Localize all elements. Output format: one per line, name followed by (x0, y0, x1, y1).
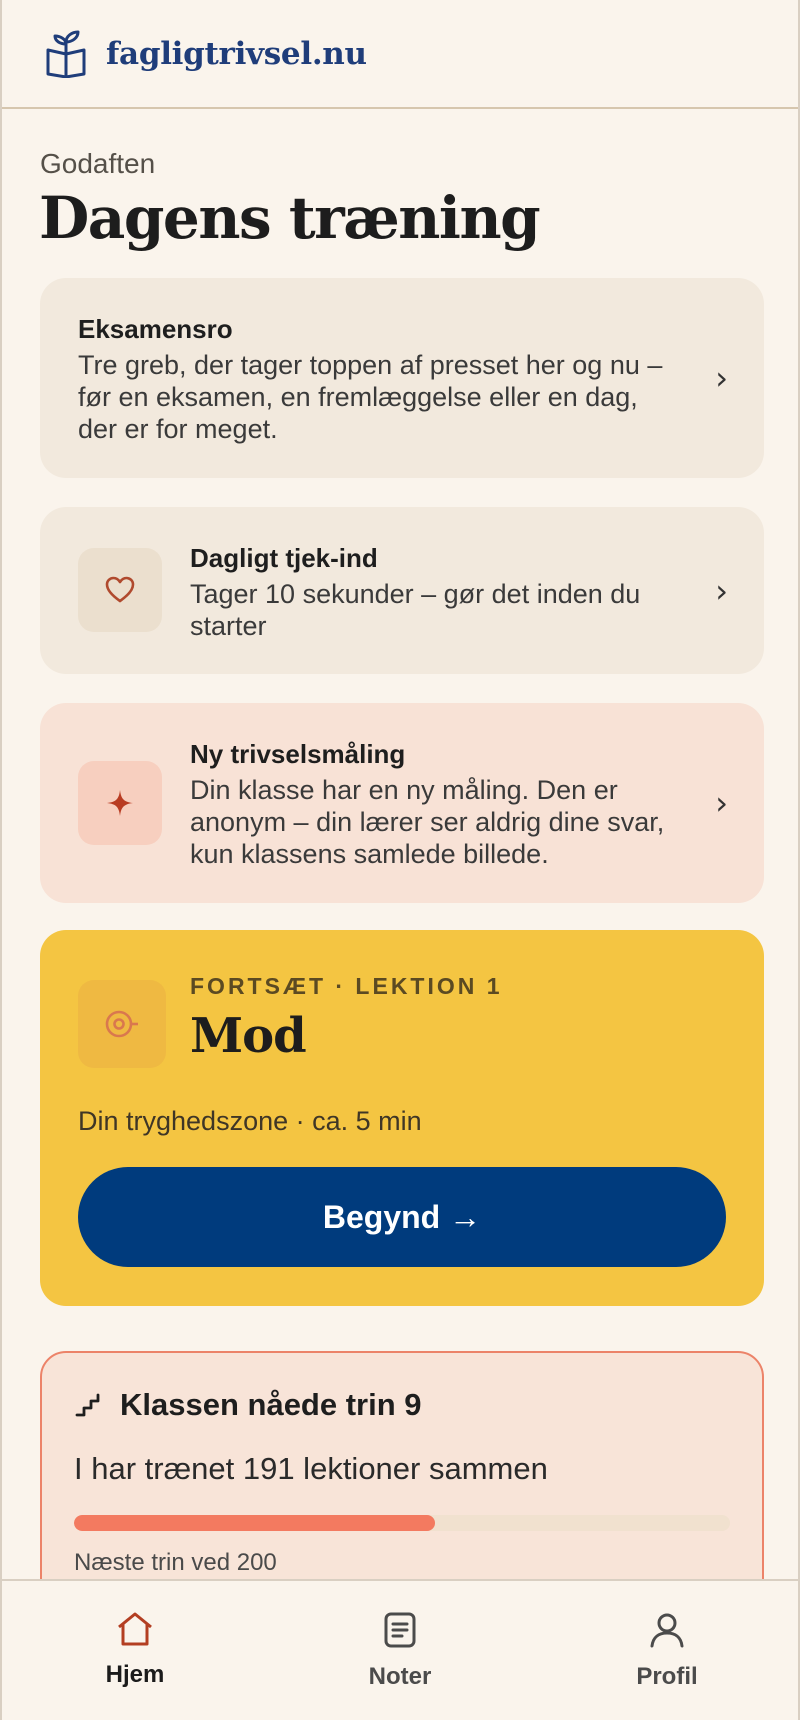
sparkle-icon (107, 790, 133, 816)
card-title: Eksamensro (78, 314, 233, 344)
lesson-meta: Din tryghedszone · ca. 5 min (78, 1106, 422, 1136)
progress-bar-fill (74, 1515, 435, 1531)
brand-name[interactable]: fagligtrivsel.nu (106, 36, 367, 72)
notes-icon (384, 1612, 416, 1648)
card-text: Tre greb, der tager toppen af presset he… (78, 350, 663, 444)
nav-label-profile: Profil (636, 1663, 698, 1690)
daily-checkin-card[interactable]: Dagligt tjek-ind Tager 10 sekunder – gør… (40, 507, 764, 674)
book-plant-icon (46, 30, 86, 78)
target-icon-box (78, 980, 166, 1068)
progress-subtitle: I har trænet 191 lektioner sammen (74, 1451, 548, 1486)
chevron-right-icon: › (715, 571, 728, 610)
home-icon (118, 1612, 152, 1646)
continue-lesson-card: FORTSÆT · LEKTION 1 Mod Din tryghedszone… (40, 930, 764, 1306)
nav-item-profile[interactable]: Profil (587, 1611, 747, 1691)
main-content: Godaften Dagens træning Eksamensro Tre g… (2, 111, 798, 1579)
card-title: Dagligt tjek-ind (190, 543, 378, 573)
profile-icon (650, 1613, 684, 1648)
progress-header: Klassen nåede trin 9 (74, 1387, 730, 1423)
nav-item-home[interactable]: Hjem (55, 1611, 215, 1689)
sparkle-icon-box (78, 761, 162, 845)
app: fagligtrivsel.nu Godaften Dagens træning… (0, 0, 800, 1720)
nav-item-notes[interactable]: Noter (320, 1611, 480, 1691)
chevron-right-icon: › (715, 784, 728, 822)
target-icon (105, 1010, 138, 1038)
card-text: Tager 10 sekunder – gør det inden du sta… (190, 579, 641, 641)
heart-icon (105, 576, 135, 603)
nav-label-notes: Noter (368, 1663, 432, 1690)
card-title: Ny trivselsmåling (190, 739, 406, 769)
lesson-title: Mod (190, 1008, 307, 1064)
heart-icon-box (78, 548, 162, 632)
progress-title: Klassen nåede trin 9 (120, 1387, 422, 1422)
wellbeing-survey-card[interactable]: Ny trivselsmåling Din klasse har en ny m… (40, 703, 764, 903)
top-bar: fagligtrivsel.nu (2, 0, 798, 109)
card-text: Din klasse har en ny måling. Den er anon… (190, 775, 665, 869)
bottom-navigation: Hjem Noter Profil (2, 1579, 798, 1720)
class-progress-card: Klassen nåede trin 9 I har trænet 191 le… (40, 1351, 764, 1579)
progress-bar (74, 1515, 730, 1531)
greeting: Godaften (40, 148, 156, 179)
page-title: Dagens træning (39, 184, 541, 252)
begin-button[interactable]: Begynd → (78, 1167, 726, 1267)
stairs-icon (75, 1393, 100, 1417)
chevron-right-icon: › (715, 359, 728, 397)
exam-calm-card[interactable]: Eksamensro Tre greb, der tager toppen af… (40, 278, 764, 478)
nav-label-home: Hjem (105, 1661, 165, 1688)
progress-next-step: Næste trin ved 200 (74, 1549, 277, 1576)
lesson-label: FORTSÆT · LEKTION 1 (190, 973, 503, 999)
